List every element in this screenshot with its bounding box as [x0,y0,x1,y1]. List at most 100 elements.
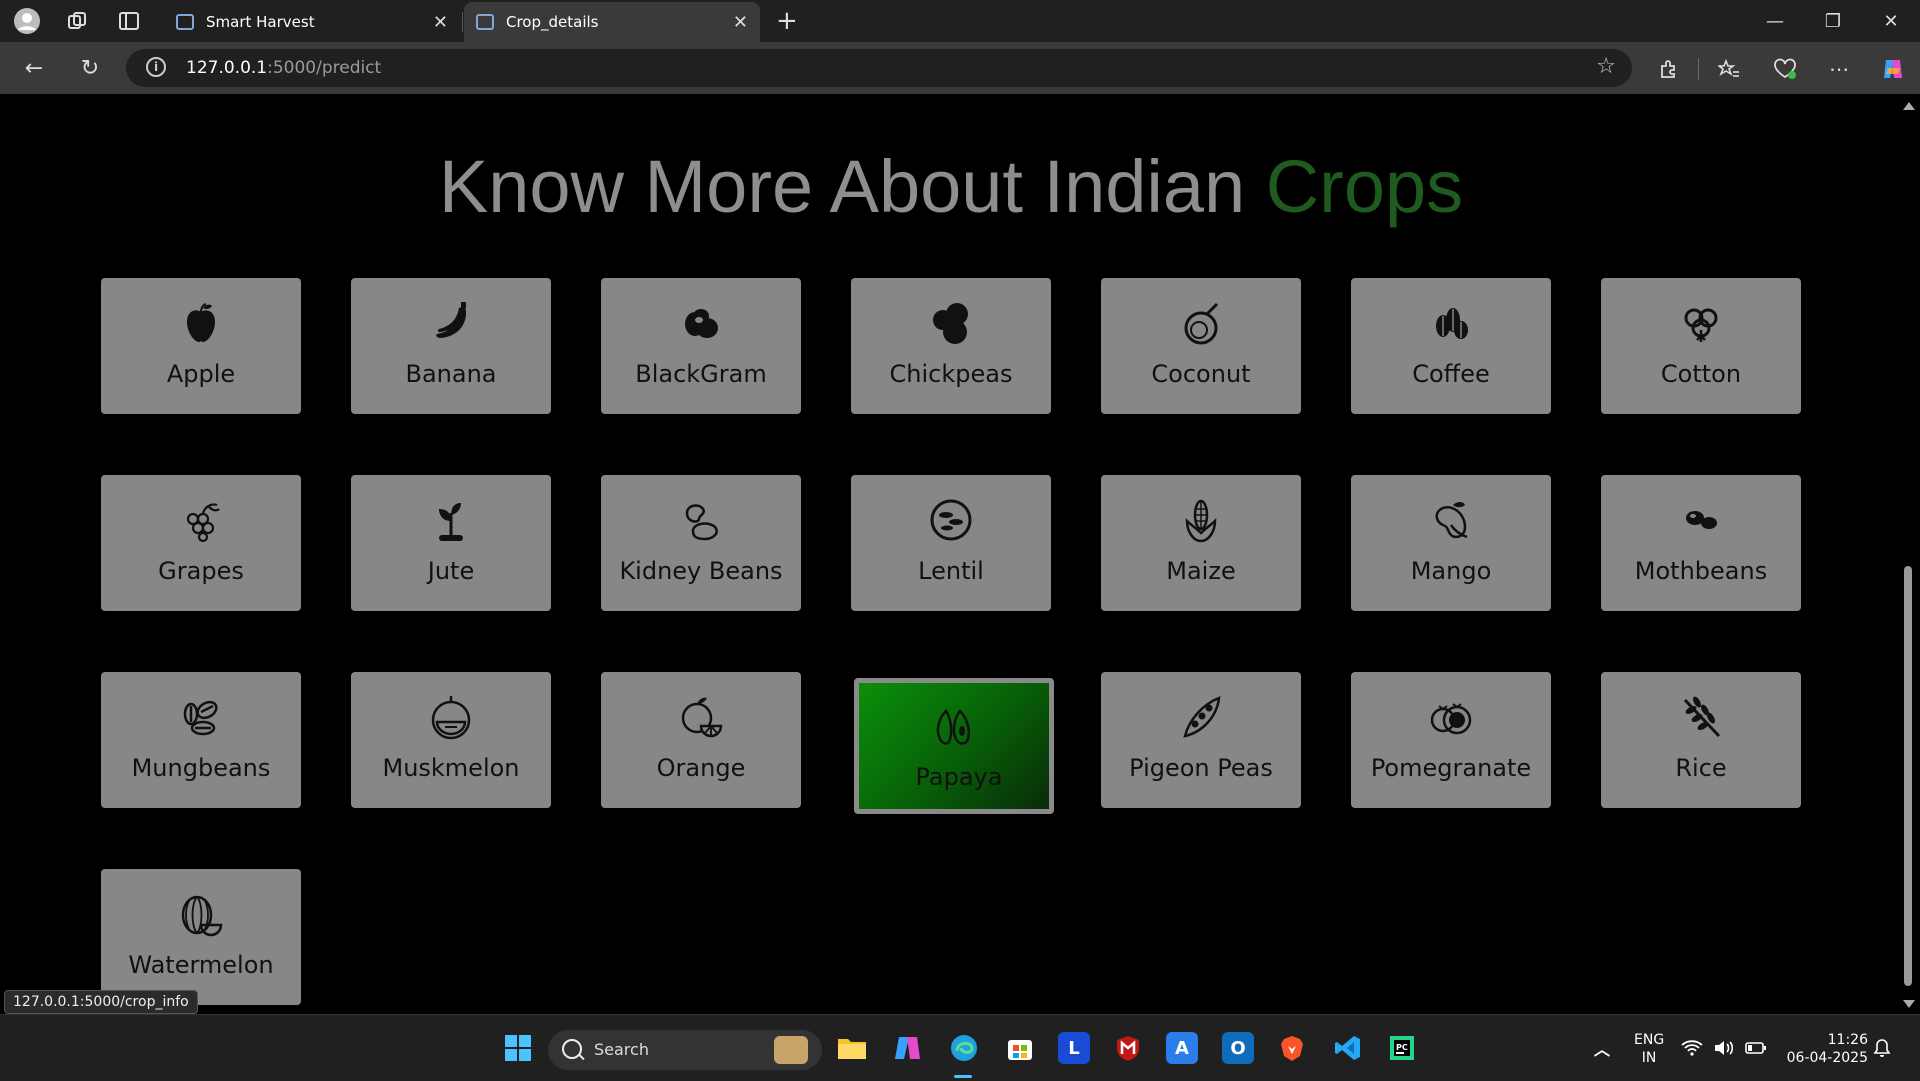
close-tab-icon[interactable]: ✕ [433,12,448,33]
crop-card-papaya[interactable]: Papaya [854,678,1054,814]
taskbar-search-box[interactable]: Search [548,1030,822,1070]
url-path: :5000/predict [267,58,382,78]
crop-card-muskmelon[interactable]: Muskmelon [351,672,551,808]
system-clock[interactable]: 11:26 06-04-2025 [1780,1031,1868,1067]
outlook-icon[interactable]: O [1222,1032,1254,1064]
crop-label: Pomegranate [1370,754,1532,782]
muskmelon-icon [431,696,471,740]
workspaces-icon[interactable] [64,8,90,34]
crop-card-watermelon[interactable]: Watermelon [101,869,301,1005]
draw-app-icon[interactable]: A [1166,1032,1198,1064]
orange-icon [681,697,723,738]
crop-label: Lentil [918,557,984,585]
clock-time: 11:26 [1827,1032,1868,1048]
page-scrollbar[interactable] [1896,94,1920,1014]
windows-taskbar: Search L A O PC ︿ ENG IN 11:26 06-04-202… [0,1014,1920,1081]
back-arrow-icon[interactable]: ← [20,54,48,82]
site-info-icon[interactable]: i [146,57,166,77]
window-close-icon[interactable]: ✕ [1868,6,1914,36]
close-tab-icon[interactable]: ✕ [733,12,748,33]
crop-card-mango[interactable]: Mango [1351,475,1551,611]
scroll-down-arrow-icon[interactable] [1903,1000,1915,1008]
crop-card-coconut[interactable]: Coconut [1101,278,1301,414]
restore-icon[interactable]: ❐ [1810,6,1856,36]
crop-card-banana[interactable]: Banana [351,278,551,414]
browser-tab-bar: Smart Harvest ✕ Crop_details ✕ + — ❐ ✕ [0,0,1920,42]
mcafee-icon[interactable] [1112,1032,1144,1064]
crop-label: Muskmelon [382,754,520,782]
favorites-list-icon[interactable] [1716,56,1742,82]
search-label: Search [594,1040,649,1059]
browser-essentials-heart-icon[interactable] [1772,56,1798,82]
url-text[interactable]: 127.0.0.1:5000/predict [186,58,381,78]
windows-start-icon[interactable] [502,1032,534,1064]
svg-text:PC: PC [1396,1043,1408,1052]
more-options-icon[interactable]: ⋯ [1826,56,1852,82]
favorite-star-icon[interactable]: ☆ [1596,54,1616,79]
crop-card-rice[interactable]: Rice [1601,672,1801,808]
mungbeans-icon [183,700,218,736]
volume-icon[interactable] [1712,1032,1736,1064]
vscode-icon[interactable] [1332,1032,1364,1064]
crop-card-kidney-beans[interactable]: Kidney Beans [601,475,801,611]
pea-pod-icon [1183,696,1221,738]
crop-card-grapes[interactable]: Grapes [101,475,301,611]
crop-label: Cotton [1660,360,1742,388]
microsoft-store-icon[interactable] [1004,1032,1036,1064]
notifications-bell-icon[interactable] [1870,1032,1894,1064]
language-code: ENG [1634,1032,1665,1048]
sprout-icon [439,503,463,541]
new-tab-plus-icon[interactable]: + [776,6,798,36]
battery-icon[interactable] [1744,1032,1768,1064]
crop-card-pomegranate[interactable]: Pomegranate [1351,672,1551,808]
pycharm-icon[interactable]: PC [1386,1032,1418,1064]
show-hidden-icons-chevron-icon[interactable]: ︿ [1586,1032,1618,1064]
clock-date: 06-04-2025 [1786,1050,1868,1066]
crop-card-jute[interactable]: Jute [351,475,551,611]
cotton-icon [1684,308,1718,342]
page-favicon-icon [476,14,494,30]
crop-card-maize[interactable]: Maize [1101,475,1301,611]
crop-label: Coconut [1151,360,1251,388]
crop-card-pigeon-peas[interactable]: Pigeon Peas [1101,672,1301,808]
crop-card-blackgram[interactable]: BlackGram [601,278,801,414]
crop-label: Mango [1410,557,1492,585]
address-bar[interactable]: i 127.0.0.1:5000/predict ☆ [126,49,1632,87]
crop-label: Grapes [158,557,244,585]
scroll-up-arrow-icon[interactable] [1903,102,1915,110]
minimize-icon[interactable]: — [1752,6,1798,36]
rice-icon [1683,696,1721,738]
coffee-icon [1436,308,1468,339]
file-explorer-icon[interactable] [836,1032,868,1064]
scrollbar-thumb[interactable] [1904,566,1912,986]
tab-crop-details[interactable]: Crop_details ✕ [464,2,760,42]
edge-browser-icon[interactable] [948,1032,980,1064]
extensions-puzzle-icon[interactable] [1656,56,1682,82]
grapes-icon [186,503,220,543]
maize-icon [1185,499,1217,543]
crop-card-mothbeans[interactable]: Mothbeans [1601,475,1801,611]
crop-card-lentil[interactable]: Lentil [851,475,1051,611]
crop-card-coffee[interactable]: Coffee [1351,278,1551,414]
region-code: IN [1641,1050,1657,1066]
crop-card-apple[interactable]: Apple [101,278,301,414]
brave-browser-icon[interactable] [1276,1032,1308,1064]
profile-avatar-icon[interactable] [14,8,40,34]
vertical-tabs-icon[interactable] [116,8,142,34]
mothbeans-icon [1686,511,1717,529]
refresh-icon[interactable]: ↻ [76,54,104,82]
crop-card-cotton[interactable]: Cotton [1601,278,1801,414]
crop-card-chickpeas[interactable]: Chickpeas [851,278,1051,414]
crop-card-orange[interactable]: Orange [601,672,801,808]
crop-card-mungbeans[interactable]: Mungbeans [101,672,301,808]
tab-title: Crop_details [506,13,599,31]
crop-label: Chickpeas [889,360,1013,388]
wifi-icon[interactable] [1680,1032,1704,1064]
tab-smart-harvest[interactable]: Smart Harvest ✕ [164,2,460,42]
copilot-app-icon[interactable] [892,1032,924,1064]
input-language-indicator[interactable]: ENG IN [1634,1031,1664,1067]
l-app-icon[interactable]: L [1058,1032,1090,1064]
copilot-icon[interactable] [1880,56,1906,82]
search-highlight-icon [774,1036,808,1064]
crop-label: Jute [427,557,475,585]
